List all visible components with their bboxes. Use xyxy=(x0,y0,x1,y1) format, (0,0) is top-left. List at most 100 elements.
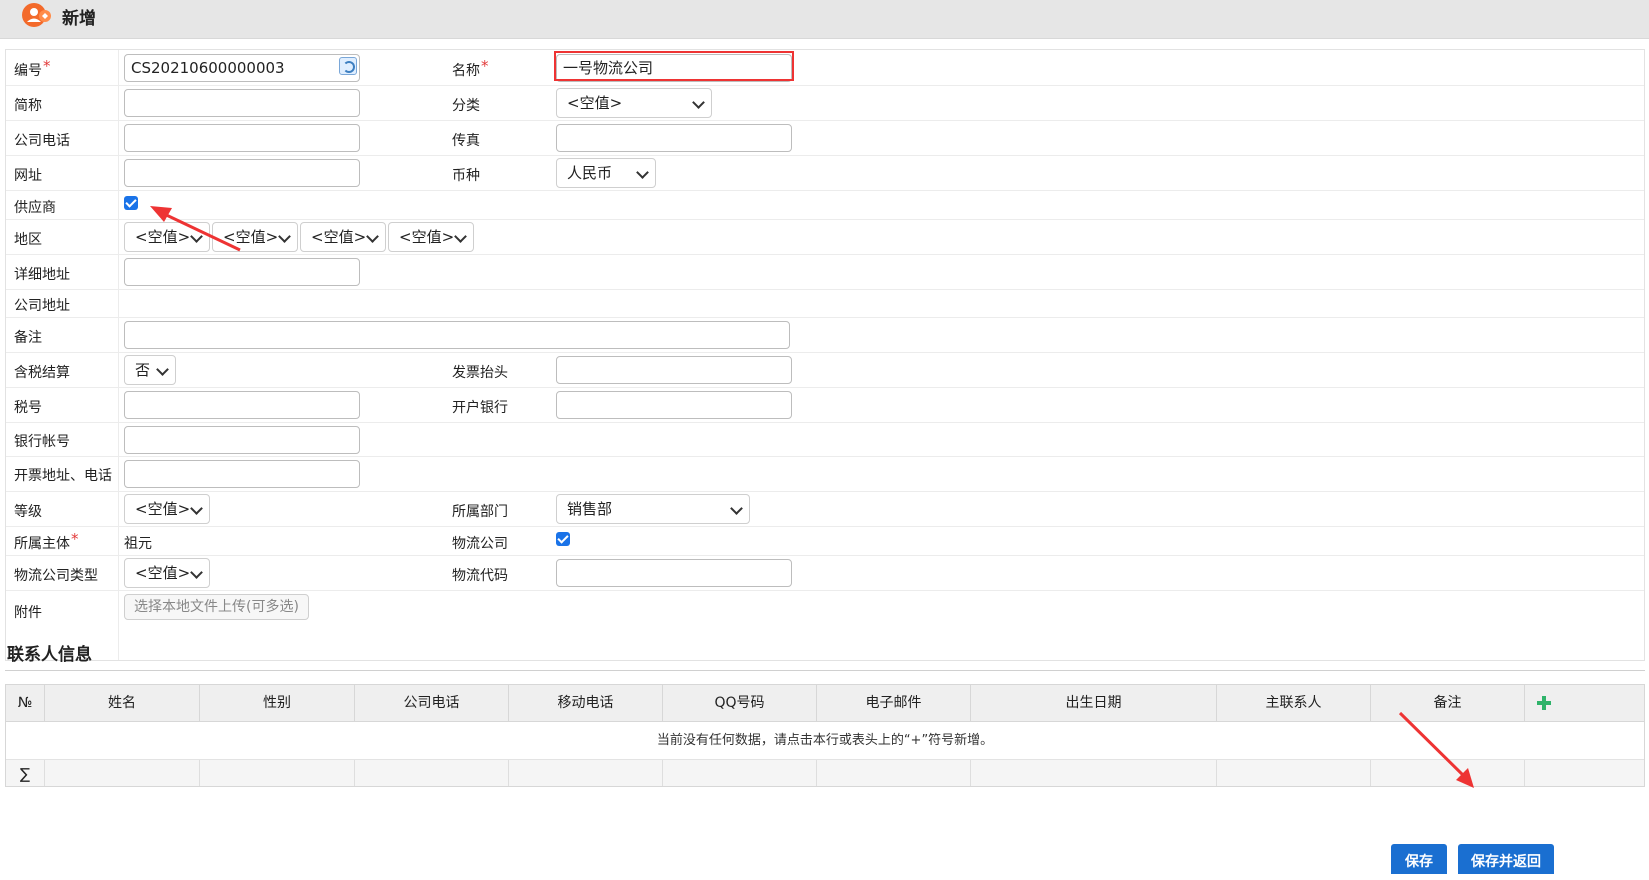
supplier-checkbox[interactable] xyxy=(124,196,138,210)
save-button[interactable]: 保存 xyxy=(1391,844,1447,874)
form-row-company-address: 公司地址 xyxy=(6,290,1644,318)
region-city-select[interactable]: <空值> xyxy=(212,222,298,252)
chevron-down-icon xyxy=(366,230,379,243)
chevron-down-icon xyxy=(730,502,743,515)
col-mobile[interactable]: 移动电话 xyxy=(509,685,663,722)
company-address-label: 公司地址 xyxy=(14,298,70,314)
contacts-grid-header: № 姓名 性别 公司电话 移动电话 QQ号码 电子邮件 出生日期 主联系人 备注 xyxy=(6,685,1644,722)
form-row-owner: 所属主体* 祖元 物流公司 xyxy=(6,527,1644,556)
chevron-down-icon xyxy=(190,566,203,579)
remark-label: 备注 xyxy=(14,330,42,346)
tax-no-label: 税号 xyxy=(14,400,42,416)
save-and-return-button[interactable]: 保存并返回 xyxy=(1458,844,1554,874)
category-label: 分类 xyxy=(452,98,480,114)
logistics-type-select[interactable]: <空值> xyxy=(124,558,210,588)
form-row-detail-address: 详细地址 xyxy=(6,255,1644,290)
tax-included-label: 含税结算 xyxy=(14,365,70,381)
sum-cell xyxy=(971,760,1217,786)
form-row-tax-no: 税号 开户银行 xyxy=(6,388,1644,423)
logistics-code-input[interactable] xyxy=(556,559,792,587)
sum-icon: ∑ xyxy=(6,760,45,786)
tax-included-select[interactable]: 否 xyxy=(124,355,176,385)
col-email[interactable]: 电子邮件 xyxy=(817,685,971,722)
sum-cell xyxy=(817,760,971,786)
sum-cell xyxy=(663,760,817,786)
remark-input[interactable] xyxy=(124,321,790,349)
code-input[interactable]: CS20210600000003 xyxy=(124,54,360,82)
col-birthday[interactable]: 出生日期 xyxy=(971,685,1217,722)
detail-address-label: 详细地址 xyxy=(14,267,70,283)
name-input-highlight xyxy=(554,51,794,81)
detail-address-input[interactable] xyxy=(124,258,360,286)
add-contact-icon[interactable] xyxy=(1537,696,1551,710)
page-title: 新增 xyxy=(62,9,96,29)
website-input[interactable] xyxy=(124,159,360,187)
attachment-label: 附件 xyxy=(14,605,42,621)
column-divider xyxy=(118,50,119,660)
contacts-grid: № 姓名 性别 公司电话 移动电话 QQ号码 电子邮件 出生日期 主联系人 备注… xyxy=(5,684,1645,787)
company-form: 编号* CS20210600000003 名称* 一号物流公司 简称 分类 <空… xyxy=(5,49,1645,661)
col-name[interactable]: 姓名 xyxy=(45,685,200,722)
form-row-logistics-type: 物流公司类型 <空值> 物流代码 xyxy=(6,556,1644,591)
short-name-label: 简称 xyxy=(14,98,42,114)
upload-files-button[interactable]: 选择本地文件上传(可多选) xyxy=(124,594,309,620)
level-label: 等级 xyxy=(14,504,42,520)
col-primary-contact[interactable]: 主联系人 xyxy=(1217,685,1371,722)
form-row-remark: 备注 xyxy=(6,318,1644,353)
chevron-down-icon xyxy=(190,502,203,515)
sum-cell xyxy=(1217,760,1371,786)
contacts-summary-row: ∑ xyxy=(6,760,1644,786)
col-qq[interactable]: QQ号码 xyxy=(663,685,817,722)
logistics-company-label: 物流公司 xyxy=(452,536,508,552)
bank-label: 开户银行 xyxy=(452,400,508,416)
short-name-input[interactable] xyxy=(124,89,360,117)
dept-select[interactable]: 销售部 xyxy=(556,494,750,524)
fax-input[interactable] xyxy=(556,124,792,152)
owner-value: 祖元 xyxy=(124,536,152,552)
sum-cell xyxy=(1371,760,1525,786)
account-label: 银行帐号 xyxy=(14,434,70,450)
level-select[interactable]: <空值> xyxy=(124,494,210,524)
currency-label: 币种 xyxy=(452,168,480,184)
phone-input[interactable] xyxy=(124,124,360,152)
currency-select[interactable]: 人民币 xyxy=(556,158,656,188)
refresh-code-icon[interactable] xyxy=(339,57,357,75)
phone-label: 公司电话 xyxy=(14,133,70,149)
form-row-level: 等级 <空值> 所属部门 销售部 xyxy=(6,492,1644,527)
tax-no-input[interactable] xyxy=(124,391,360,419)
invoice-address-label: 开票地址、电话 xyxy=(14,468,112,484)
chevron-down-icon xyxy=(636,166,649,179)
website-label: 网址 xyxy=(14,168,42,184)
category-select[interactable]: <空值> xyxy=(556,88,712,118)
col-gender[interactable]: 性别 xyxy=(200,685,355,722)
region-province-select[interactable]: <空值> xyxy=(124,222,210,252)
owner-label: 所属主体* xyxy=(14,530,79,552)
form-row-account: 银行帐号 xyxy=(6,423,1644,457)
region-town-select[interactable]: <空值> xyxy=(388,222,474,252)
chevron-down-icon xyxy=(454,230,467,243)
form-row-code: 编号* CS20210600000003 名称* 一号物流公司 xyxy=(6,50,1644,86)
logistics-type-label: 物流公司类型 xyxy=(14,568,98,584)
logistics-code-label: 物流代码 xyxy=(452,568,508,584)
col-remark[interactable]: 备注 xyxy=(1371,685,1525,722)
chevron-down-icon xyxy=(156,363,169,376)
dept-label: 所属部门 xyxy=(452,504,508,520)
contacts-section-title: 联系人信息 xyxy=(7,645,92,665)
invoice-address-input[interactable] xyxy=(124,460,360,488)
form-row-region: 地区 <空值> <空值> <空值> <空值> xyxy=(6,220,1644,255)
form-row-tax-included: 含税结算 否 发票抬头 xyxy=(6,353,1644,388)
logistics-company-checkbox[interactable] xyxy=(556,532,570,546)
region-district-select[interactable]: <空值> xyxy=(300,222,386,252)
section-divider xyxy=(5,670,1645,671)
region-label: 地区 xyxy=(14,232,42,248)
sum-cell xyxy=(45,760,200,786)
contacts-empty-row[interactable]: 当前没有任何数据，请点击本行或表头上的“+”符号新增。 xyxy=(6,722,1644,760)
invoice-title-input[interactable] xyxy=(556,356,792,384)
sum-cell xyxy=(509,760,663,786)
title-bar: 新增 xyxy=(0,0,1649,39)
account-input[interactable] xyxy=(124,426,360,454)
col-company-phone[interactable]: 公司电话 xyxy=(355,685,509,722)
form-row-website: 网址 币种 人民币 xyxy=(6,156,1644,191)
code-label: 编号* xyxy=(14,57,51,79)
bank-input[interactable] xyxy=(556,391,792,419)
